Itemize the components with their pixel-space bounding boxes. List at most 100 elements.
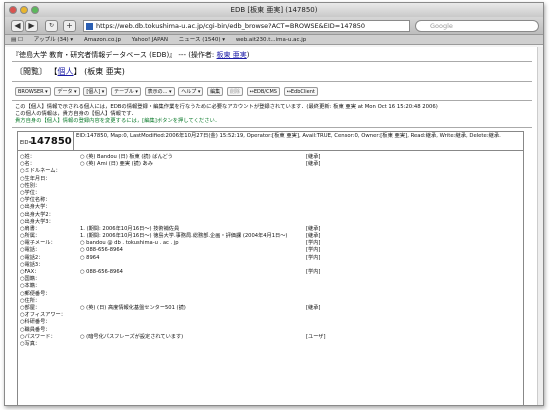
field-access-tag: [継承] [306,154,321,160]
reload-button[interactable]: ↻ [45,20,58,32]
edb-client-button[interactable]: ↔EdbClient [283,87,318,96]
field-access-tag: [ユーザ] [306,333,326,340]
field-value: ○ 088-656-8964 [80,269,123,275]
field-value: ○ 088-656-8964 [80,247,123,254]
delete-button[interactable]: 削除 [226,87,243,96]
address-bar[interactable]: https://web.db.tokushima-u.ac.jp/cgi-bin… [83,20,410,32]
field-value: ○ 8964 [80,254,100,261]
field-label: ○科研番号： [20,319,51,326]
operator-link[interactable]: 板東 亜実 [217,51,247,59]
field-row: ○名： ○ (英) Ami (日) 亜実 (読) あみ [継承] [18,161,523,168]
info-message: この【個人】情報で示される個人には，EDBの情報登録・編集作業を行なうために必要… [15,104,438,125]
field-value: ○ (暗号化パスフレーズが設定されています) [80,333,184,340]
bookmark-item[interactable]: web.ait230.t...ima-u.ac.jp [236,37,306,43]
page-content: 『徳島大学 教育・研究者情報データベース (EDB)』 --- (操作者: 板東… [5,47,543,405]
edb-cms-button[interactable]: ↔EDB/CMS [246,87,280,96]
field-label: ○職員番号： [20,326,51,333]
divider [12,61,532,62]
field-row: ○所属： 1. (期間: 2006年10月16日〜) 徳島大学.事務局.総務部.企… [18,233,523,240]
kind-link[interactable]: 個人 [58,67,74,76]
field-access-tag: [継承] [306,161,321,168]
edit-button[interactable]: 編集 [207,87,224,96]
page-title-end: ) [246,51,250,59]
table-select[interactable]: テーブル ▾ [111,87,141,96]
field-row: ○電話2： ○ 8964 [学内] [18,255,523,262]
record-panel: EID= 147850 EID:147850, Map:0, LastModif… [17,131,524,405]
kind-select[interactable]: [個人] ▾ [83,87,108,96]
field-row: ○電話： ○ 088-656-8964 [学内] [18,247,523,254]
divider [12,100,532,101]
field-label: ○出身大学2： [20,211,54,218]
field-row: ○国籍： [18,276,523,283]
action-button-row: BROWSER ▾ データ ▾ [個人] ▾ テーブル ▾ 表示の... ▾ ヘ… [15,87,320,96]
zoom-window-button[interactable] [31,6,39,14]
field-label: ○電話3： [20,261,44,268]
bookmark-item[interactable]: Yahoo! JAPAN [132,37,168,43]
field-label: ○所属： [20,233,41,240]
help-select[interactable]: ヘルプ ▾ [178,87,204,96]
bookmarks-icon[interactable]: ▤ ☐ [11,37,23,43]
page-title-text: 『徳島大学 教育・研究者情報データベース (EDB)』 --- (操作者: [12,51,215,59]
field-label: ○肩書： [20,225,41,232]
field-row: ○本籍： [18,283,523,290]
field-access-tag: [継承] [306,304,321,311]
field-row: ○出身大学3： [18,219,523,226]
bookmark-item[interactable]: ニュース (1540) ▾ [179,37,225,43]
field-label: ○ミドルネーム： [20,168,61,175]
field-row: ○写真： [18,341,523,348]
field-row: ○パスワード： ○ (暗号化パスフレーズが設定されています) [ユーザ] [18,334,523,341]
info-line: この【個人】情報で示される個人には，EDBの情報登録・編集作業を行なうために必要… [15,104,438,110]
field-label: ○FAX： [20,269,40,275]
field-row: ○生年月日： [18,176,523,183]
divider [12,127,532,128]
field-label: ○パスワード： [20,333,56,340]
field-row: ○科研番号： [18,319,523,326]
minimize-window-button[interactable] [20,6,28,14]
address-text: https://web.db.tokushima-u.ac.jp/cgi-bin… [96,22,366,30]
search-field[interactable]: Google [415,20,539,32]
info-line: この個人の情報は，貴方自身の【個人】情報です． [15,111,137,117]
browser-toolbar: ◀ ▶ ↻ + https://web.db.tokushima-u.ac.jp… [5,17,543,35]
kind-bracket-close: 】 [73,67,82,76]
field-row: ○郵便番号： [18,291,523,298]
back-button[interactable]: ◀ [11,20,24,32]
bookmark-item[interactable]: Amazon.co.jp [84,37,121,43]
forward-button[interactable]: ▶ [25,20,38,32]
scrollbar[interactable] [537,47,543,405]
field-value: 1. (期間: 2006年10月16日〜) 徳島大学.事務局.総務部.企画・評価… [80,233,288,240]
kind-bracket-open: 【 [49,67,58,76]
field-value: 1. (期間: 2006年10月16日〜) 技術補佐員 [80,225,180,232]
field-label: ○出身大学3： [20,218,54,225]
field-access-tag: [学内] [306,254,321,261]
field-row: ○性別： [18,183,523,190]
data-select[interactable]: データ ▾ [54,87,80,96]
add-bookmark-button[interactable]: + [63,20,76,32]
bookmarks-bar: ▤ ☐ アップル (34) ▾ Amazon.co.jp Yahoo! JAPA… [5,35,543,45]
field-value: ○ bandou @ db . tokushima-u . ac . jp [80,240,179,247]
field-row: ○職員番号： [18,327,523,334]
field-access-tag: [学内] [306,247,321,254]
browser-select[interactable]: BROWSER ▾ [15,87,51,96]
field-label: ○生年月日： [20,175,51,182]
search-placeholder: Google [430,22,453,30]
field-row: ○オフィスアワー： [18,312,523,319]
divider [12,81,532,82]
close-window-button[interactable] [9,6,17,14]
field-row: ○電話3： [18,262,523,269]
field-label: ○電話： [20,247,41,254]
bookmark-item[interactable]: アップル (34) ▾ [34,37,74,43]
browser-window: EDB [板東 亜実] (147850) ◀ ▶ ↻ + https://web… [4,2,544,406]
field-row: ○出身大学2： [18,212,523,219]
display-select[interactable]: 表示の... ▾ [144,87,175,96]
record-header: EID= 147850 EID:147850, Map:0, LastModif… [18,132,523,151]
record-meta: EID:147850, Map:0, LastModified:2006年10月… [76,133,501,139]
field-label: ○姓： [20,154,35,160]
field-access-tag: [学内] [306,269,321,275]
field-row: ○住所： [18,298,523,305]
field-label: ○性別： [20,182,41,189]
field-row: ○出身大学： [18,204,523,211]
field-label: ○出身大学： [20,204,51,211]
site-favicon-icon [86,23,93,30]
view-mode-label: 〔閲覧〕 [15,67,47,76]
field-label: ○郵便番号： [20,290,51,297]
